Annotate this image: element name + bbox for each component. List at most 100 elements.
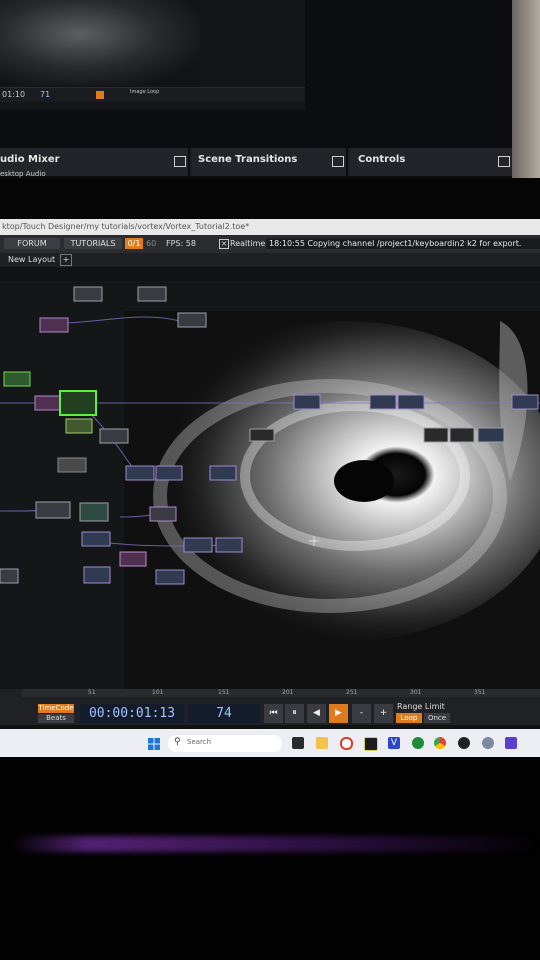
realtime-label: Realtime [230, 239, 266, 248]
background-frame: 71 [40, 90, 51, 99]
fps-readout: FPS: 58 [166, 239, 196, 248]
play-button[interactable]: ▶ [329, 704, 348, 723]
dock-audio-mixer[interactable]: udio Mixer esktop Audio [0, 148, 190, 178]
operator-node-selected [59, 390, 97, 416]
app-v-icon[interactable]: V [388, 737, 400, 749]
obs-icon[interactable] [458, 737, 470, 749]
ruler-tick: 301 [410, 689, 422, 696]
xbox-icon[interactable] [412, 737, 424, 749]
background-preview [0, 0, 200, 85]
search-icon: ⚲ [174, 737, 181, 747]
operator-node [119, 551, 147, 567]
background-play-button [96, 91, 104, 99]
status-message: 18:10:55 Copying channel /project1/keybo… [266, 238, 540, 249]
operator-node [79, 502, 109, 522]
purple-light-reflection [10, 836, 540, 852]
operator-node [397, 394, 425, 410]
operator-node [293, 394, 321, 410]
td-menubar: FORUM TUTORIALS 0/1 60 FPS: 58 ✕ Realtim… [0, 235, 540, 253]
loop-button[interactable]: Loop [396, 713, 422, 723]
timeline-bar: 51 101 151 201 251 301 351 TimeCode Beat… [0, 689, 540, 725]
operator-node [249, 428, 275, 442]
step-forward-button[interactable]: + [374, 704, 393, 723]
rewind-button[interactable]: ⏮ [264, 704, 283, 723]
dock-scene-transitions[interactable]: Scene Transitions [192, 148, 348, 176]
timeline-ruler[interactable]: 51 101 151 201 251 301 351 [22, 689, 540, 697]
pause-button[interactable]: ⏸ [285, 704, 304, 723]
operator-node [215, 537, 243, 553]
dock-controls[interactable]: Controls [350, 148, 514, 176]
ruler-tick: 201 [282, 689, 294, 696]
window-title: ktop/Touch Designer/my tutorials/vortex/… [0, 219, 540, 235]
step-back-button[interactable]: - [352, 704, 371, 723]
chrome-icon[interactable] [434, 737, 446, 749]
monitor-bottom [0, 757, 540, 960]
operator-node [137, 286, 167, 302]
operator-node [0, 568, 19, 584]
operator-node [83, 566, 111, 584]
dock-title: Scene Transitions [198, 154, 298, 165]
ruler-tick: 151 [218, 689, 230, 696]
operator-node [39, 317, 69, 333]
network-editor[interactable] [0, 281, 540, 689]
realtime-checkbox[interactable]: ✕ [219, 239, 229, 249]
ruler-tick: 51 [88, 689, 96, 696]
background-time: 01:10 [2, 90, 26, 99]
settings-icon[interactable] [482, 737, 494, 749]
operator-node [99, 428, 129, 444]
search-placeholder: Search [187, 738, 212, 746]
dock-title: Controls [358, 154, 406, 165]
timecode-toggle[interactable]: TimeCode [38, 704, 74, 713]
windows-taskbar: ⚲ Search V [0, 729, 540, 757]
monitor-bezel [0, 178, 540, 220]
tab-new-layout[interactable]: New Layout [8, 254, 55, 266]
file-explorer-icon[interactable] [316, 737, 328, 749]
windows-start-icon[interactable] [148, 738, 160, 750]
frame-display[interactable]: 74 [188, 704, 260, 723]
play-reverse-button[interactable]: ◀ [307, 704, 326, 723]
obs-dock-bar: udio Mixer esktop Audio Scene Transition… [0, 148, 514, 178]
beats-toggle[interactable]: Beats [38, 714, 74, 723]
forum-button[interactable]: FORUM [4, 238, 60, 249]
operator-node [3, 371, 31, 387]
operator-node [73, 286, 103, 302]
operator-node [477, 427, 505, 443]
dock-popout-icon[interactable] [174, 156, 186, 167]
background-td-window: 01:10 71 Image Loop [0, 0, 305, 110]
background-note: Image Loop [130, 89, 160, 95]
vortex-core [334, 460, 394, 502]
dock-popout-icon[interactable] [498, 156, 510, 167]
operator-node [177, 312, 207, 328]
network-canvas [0, 286, 540, 689]
fps-target: 60 [146, 239, 157, 248]
operator-node [511, 394, 539, 410]
touchdesigner-icon[interactable] [364, 737, 378, 751]
pane-tabs: New Layout + [0, 253, 540, 267]
operator-node [149, 506, 177, 522]
timecode-display[interactable]: 00:00:01:13 [80, 704, 184, 723]
operator-node [34, 395, 62, 411]
background-timeline: 01:10 71 Image Loop [0, 87, 305, 102]
ruler-tick: 351 [474, 689, 486, 696]
app-purple-icon[interactable] [505, 737, 517, 749]
app-red-icon[interactable] [340, 737, 353, 750]
taskbar-search[interactable]: ⚲ Search [168, 735, 282, 752]
background-wall [512, 0, 540, 180]
operator-node [423, 427, 449, 443]
once-button[interactable]: Once [424, 713, 450, 723]
ruler-tick: 251 [346, 689, 358, 696]
task-view-icon[interactable] [292, 737, 304, 749]
operator-node [449, 427, 475, 443]
operator-node [81, 531, 111, 547]
range-limit-label: Range Limit [397, 702, 445, 711]
tutorials-button[interactable]: TUTORIALS [64, 238, 122, 249]
dock-sub-label: esktop Audio [0, 170, 46, 178]
operator-node [125, 465, 155, 481]
operator-node [35, 501, 71, 519]
dock-popout-icon[interactable] [332, 156, 344, 167]
background-monitor: 01:10 71 Image Loop udio Mixer esktop Au… [0, 0, 540, 180]
operator-node [57, 457, 87, 473]
fps-indicator[interactable]: 0/1 [125, 238, 143, 249]
add-layout-button[interactable]: + [60, 254, 72, 266]
operator-node [155, 465, 183, 481]
